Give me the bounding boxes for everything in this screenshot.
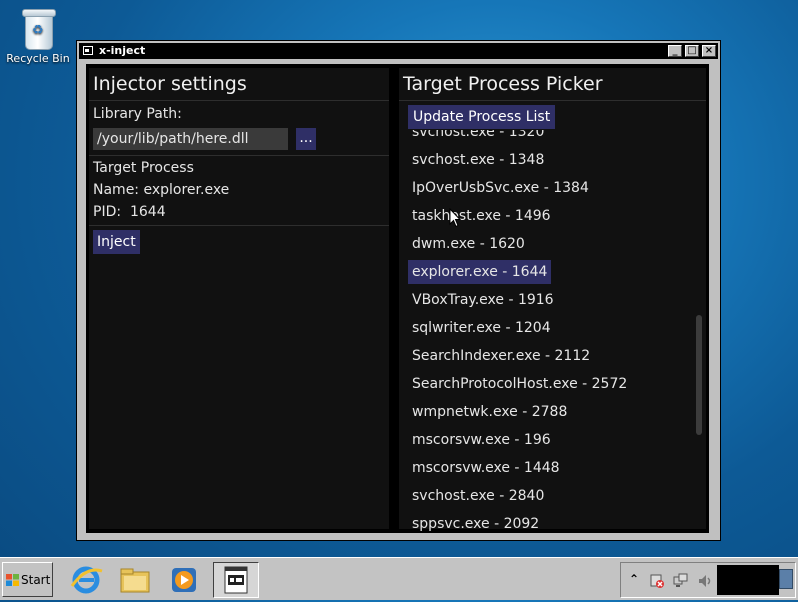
process-list-item[interactable]: mscorsvw.exe - 1448 [408, 456, 564, 480]
divider [89, 225, 389, 226]
injector-settings-title: Injector settings [93, 73, 247, 95]
process-list-item[interactable]: explorer.exe - 1644 [408, 260, 552, 284]
process-list-item[interactable]: mscorsvw.exe - 196 [408, 428, 555, 452]
process-picker-panel: Target Process Picker Update Process Lis… [399, 68, 706, 531]
process-list-item[interactable]: wmpnetwk.exe - 2788 [408, 400, 571, 424]
process-list-item[interactable]: taskhost.exe - 1496 [408, 204, 555, 228]
file-explorer-icon[interactable] [115, 562, 155, 598]
process-list-item[interactable]: IpOverUsbSvc.exe - 1384 [408, 176, 593, 200]
maximize-button[interactable]: □ [685, 45, 699, 57]
media-player-icon[interactable] [164, 562, 204, 598]
start-label: Start [21, 573, 51, 587]
process-list-item[interactable]: sqlwriter.exe - 1204 [408, 316, 555, 340]
tray-expand-icon[interactable]: ⌃ [629, 571, 639, 587]
divider [89, 155, 389, 156]
update-process-list-button[interactable]: Update Process List [408, 105, 556, 129]
network-icon[interactable] [673, 573, 689, 589]
recycle-bin-icon: ♻ [21, 6, 56, 50]
library-path-input[interactable] [93, 128, 288, 150]
app-icon [83, 46, 93, 55]
system-tray: ⌃ [620, 562, 796, 598]
target-process-pid: PID: 1644 [93, 204, 166, 220]
divider [89, 100, 389, 101]
window-titlebar[interactable]: x-inject _ □ × [79, 43, 718, 59]
window-title: x-inject [99, 44, 146, 57]
library-path-label: Library Path: [93, 106, 182, 122]
process-list-item[interactable]: VBoxTray.exe - 1916 [408, 288, 558, 312]
scrollbar-thumb[interactable] [696, 315, 702, 435]
process-picker-title: Target Process Picker [403, 73, 603, 95]
browse-button[interactable]: ... [296, 128, 316, 150]
close-button[interactable]: × [702, 45, 716, 57]
process-list-item[interactable]: SearchIndexer.exe - 2112 [408, 344, 594, 368]
internet-explorer-icon[interactable] [66, 562, 106, 598]
process-list-item[interactable]: svchost.exe - 1348 [408, 148, 548, 172]
process-list-item[interactable]: sppsvc.exe - 2092 [408, 512, 543, 531]
clock[interactable] [717, 565, 779, 595]
start-button[interactable]: Start [2, 562, 53, 597]
inject-button[interactable]: Inject [93, 230, 140, 254]
window-client-area: Injector settings Library Path: ... Targ… [86, 64, 709, 533]
volume-icon[interactable] [697, 573, 713, 589]
mouse-cursor-icon [449, 208, 462, 228]
windows-flag-icon [6, 574, 19, 586]
minimize-button[interactable]: _ [668, 45, 682, 57]
injector-settings-panel: Injector settings Library Path: ... Targ… [89, 68, 389, 529]
process-list-item[interactable]: dwm.exe - 1620 [408, 232, 529, 256]
x-inject-app-icon[interactable] [213, 562, 259, 598]
target-process-name: Name: explorer.exe [93, 182, 230, 198]
taskbar: Start ⌃ [0, 557, 798, 600]
process-list[interactable]: svchost.exe - 1320 svchost.exe - 1348 IpOv… [404, 130, 692, 531]
process-list-item[interactable]: svchost.exe - 2840 [408, 484, 548, 508]
divider [399, 100, 706, 101]
action-center-icon[interactable] [649, 573, 665, 589]
process-list-item[interactable]: SearchProtocolHost.exe - 2572 [408, 372, 631, 396]
recycle-bin[interactable]: ♻ Recycle Bin [6, 6, 70, 65]
process-list-scrollbar[interactable] [695, 130, 703, 531]
process-list-item[interactable]: svchost.exe - 1320 [408, 130, 548, 144]
show-desktop-button[interactable] [779, 569, 793, 589]
recycle-bin-label: Recycle Bin [6, 52, 70, 65]
x-inject-window: x-inject _ □ × Injector settings Library… [76, 40, 721, 541]
target-process-label: Target Process [93, 160, 194, 176]
